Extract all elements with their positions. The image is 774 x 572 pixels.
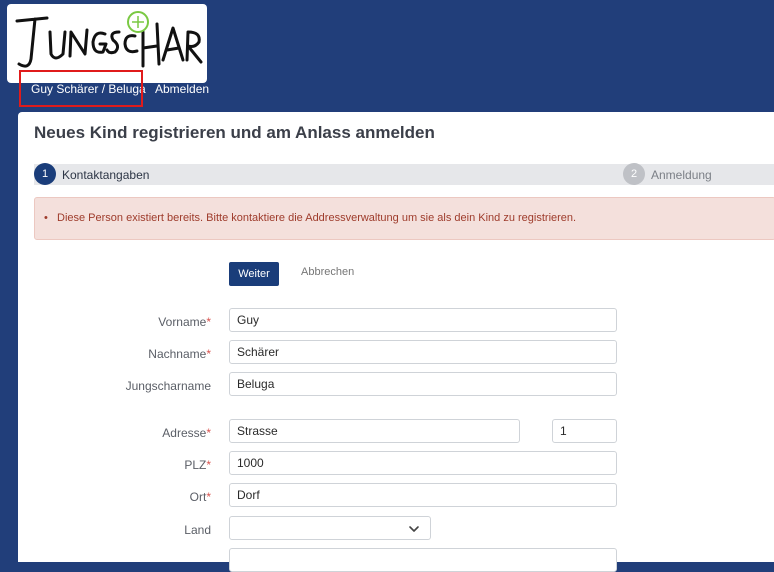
required-marker: *	[206, 315, 211, 329]
jungscharname-field[interactable]: Beluga	[229, 372, 617, 396]
ort-label: Ort*	[18, 490, 211, 504]
required-marker: *	[206, 490, 211, 504]
page-title: Neues Kind registrieren und am Anlass an…	[34, 123, 435, 142]
next-button[interactable]: Weiter	[229, 262, 279, 286]
ort-label-text: Ort	[189, 490, 207, 504]
land-select[interactable]	[229, 516, 431, 540]
nachname-label-text: Nachname	[148, 347, 207, 361]
land-label: Land	[184, 523, 211, 537]
nav-logout-link[interactable]: Abmelden	[155, 82, 209, 96]
required-marker: *	[206, 426, 211, 440]
required-marker: *	[206, 347, 211, 361]
plz-label: PLZ*	[18, 458, 211, 472]
plz-field[interactable]: 1000	[229, 451, 617, 475]
chevron-down-icon	[409, 526, 419, 532]
alert-bullet: •	[44, 212, 48, 224]
vorname-label-text: Vorname	[158, 315, 207, 329]
step-1-number: 1	[34, 163, 56, 185]
street-field[interactable]: Strasse	[229, 419, 520, 443]
alert-message-row: • Diese Person existiert bereits. Bitte …	[44, 212, 577, 224]
adresse-label: Adresse*	[18, 426, 211, 440]
adresse-label-text: Adresse	[162, 426, 207, 440]
step-2-number: 2	[623, 163, 645, 185]
step-1-label: Kontaktangaben	[62, 168, 150, 182]
stepper: 1 Kontaktangaben 2 Anmeldung	[34, 163, 774, 185]
nachname-field[interactable]: Schärer	[229, 340, 617, 364]
nachname-label: Nachname*	[18, 347, 211, 361]
cancel-button[interactable]: Abbrechen	[301, 266, 354, 278]
jungscharname-label: Jungscharname	[125, 379, 211, 393]
highlight-annotation	[19, 70, 143, 107]
alert-message: Diese Person existiert bereits. Bitte ko…	[57, 212, 577, 224]
step-2-label: Anmeldung	[651, 168, 712, 182]
main-panel: Neues Kind registrieren und am Anlass an…	[18, 112, 774, 572]
required-marker: *	[206, 458, 211, 472]
next-field-partial[interactable]	[229, 548, 617, 572]
error-alert: • Diese Person existiert bereits. Bitte …	[34, 197, 774, 240]
vorname-field[interactable]: Guy	[229, 308, 617, 332]
house-number-field[interactable]: 1	[552, 419, 617, 443]
plz-label-text: PLZ	[184, 458, 207, 472]
ort-field[interactable]: Dorf	[229, 483, 617, 507]
vorname-label: Vorname*	[18, 315, 211, 329]
